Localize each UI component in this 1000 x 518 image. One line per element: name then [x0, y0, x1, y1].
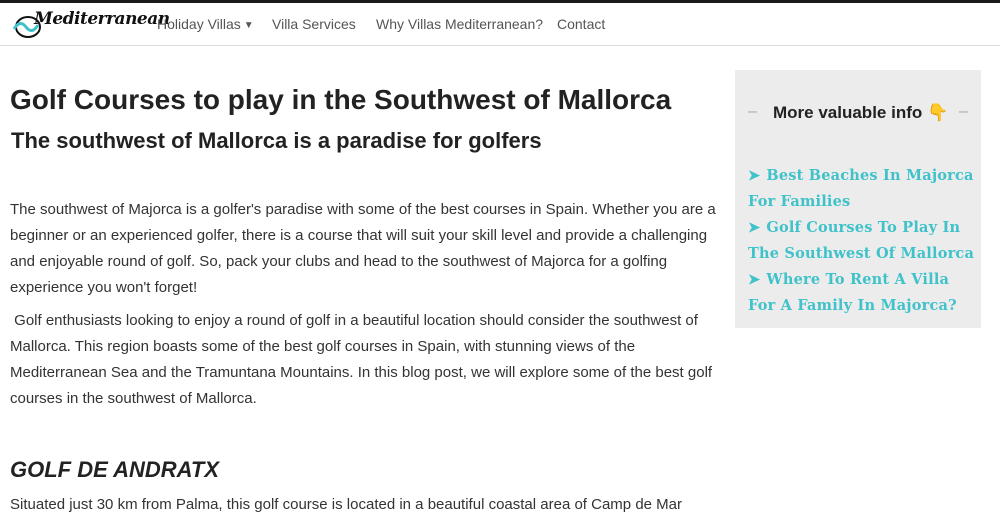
arrow-right-icon: ➤	[748, 219, 761, 236]
sidebar-link-golf[interactable]: ➤ Golf Courses To Play In The Southwest O…	[748, 215, 976, 267]
sidebar-info-box: – More valuable info 👇 – ➤ Best Beaches I…	[735, 70, 981, 328]
sidebar-title: More valuable info 👇	[773, 103, 949, 122]
sidebar-link-beaches[interactable]: ➤ Best Beaches In Majorca For Families	[748, 163, 976, 215]
article-paragraph: Golf enthusiasts looking to enjoy a roun…	[10, 312, 713, 407]
nav-holiday-villas[interactable]: Holiday Villas ▼	[157, 16, 254, 32]
sidebar-link-villa[interactable]: ➤ Where To Rent A Villa For A Family In M…	[748, 267, 976, 319]
divider-dash: –	[748, 103, 757, 120]
brand-logo-link[interactable]: Mediterranean	[0, 3, 170, 45]
nav-holiday-villas-label: Holiday Villas	[157, 16, 241, 32]
sidebar-link-label: Where To Rent A Villa For A Family In Ma…	[748, 271, 957, 314]
arrow-right-icon: ➤	[748, 271, 761, 288]
nav-villa-services[interactable]: Villa Services	[272, 16, 356, 32]
divider-dash: –	[959, 103, 968, 120]
navbar: Mediterranean Holiday Villas ▼ Villa Serv…	[0, 3, 1000, 46]
brand-name: Mediterranean	[34, 9, 170, 29]
arrow-right-icon: ➤	[748, 167, 761, 184]
page-title: Golf Courses to play in the Southwest of…	[10, 84, 672, 115]
section-paragraph: Situated just 30 km from Palma, this gol…	[10, 496, 682, 513]
sidebar-link-label: Golf Courses To Play In The Southwest Of…	[748, 219, 975, 262]
article-paragraph: The southwest of Majorca is a golfer's p…	[10, 201, 716, 296]
page-subtitle: The southwest of Mallorca is a paradise …	[11, 128, 542, 153]
sidebar-title-row: – More valuable info 👇 –	[735, 103, 981, 127]
nav-why-villas[interactable]: Why Villas Mediterranean?	[376, 16, 543, 32]
caret-down-icon: ▼	[243, 20, 254, 31]
section-heading: GOLF DE ANDRATX	[10, 457, 219, 482]
sidebar-link-label: Best Beaches In Majorca For Families	[748, 167, 974, 210]
nav-contact[interactable]: Contact	[557, 16, 605, 32]
sidebar-links: ➤ Best Beaches In Majorca For Families ➤ G…	[748, 163, 976, 319]
